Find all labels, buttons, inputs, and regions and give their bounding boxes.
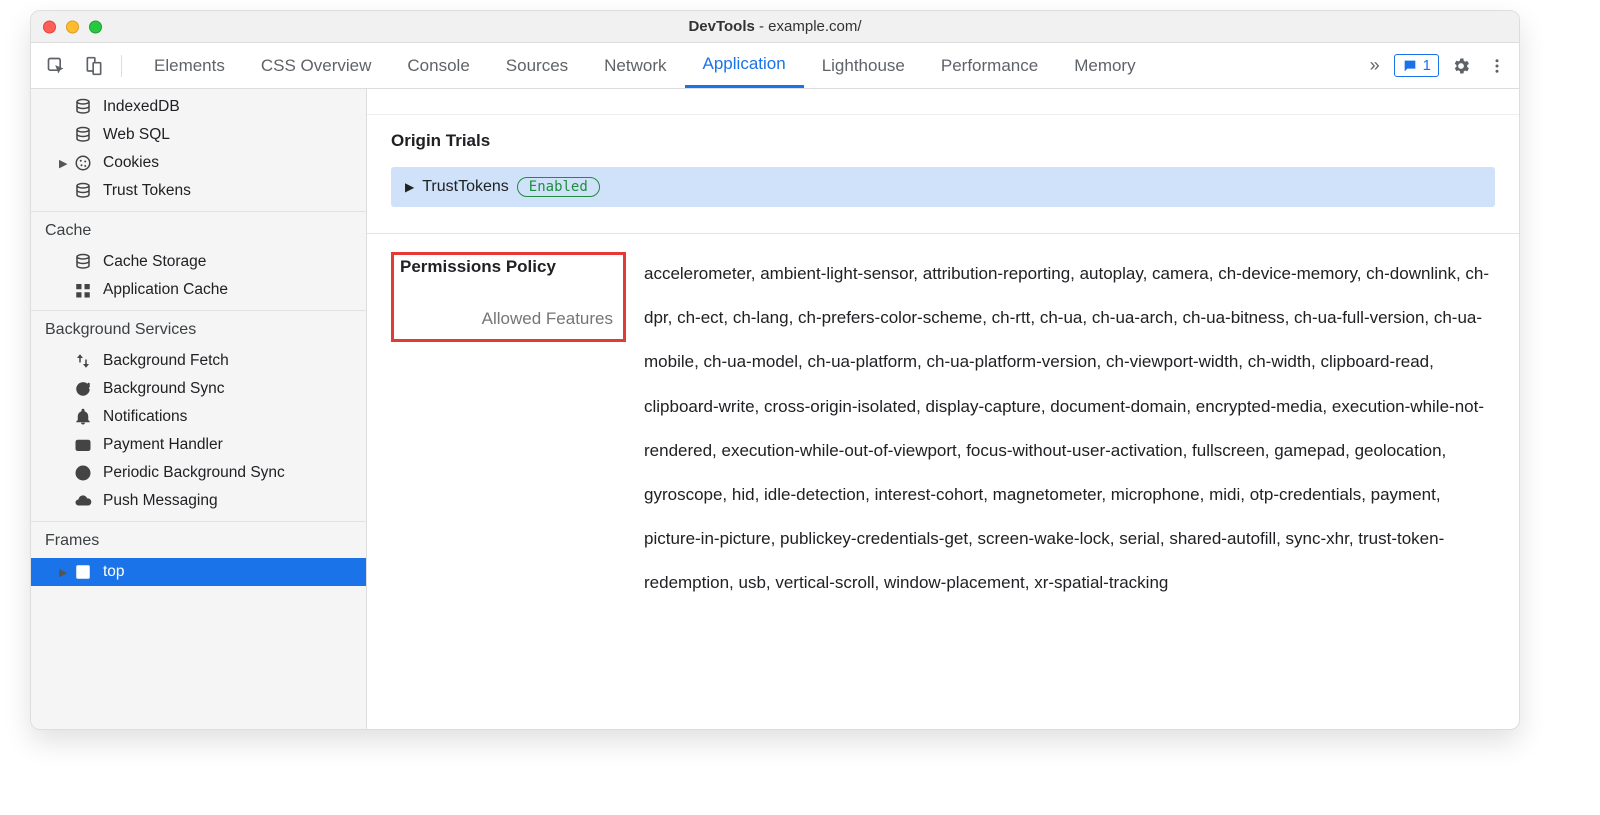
- more-tabs-button[interactable]: »: [1364, 55, 1386, 76]
- origin-trials-section: Origin Trials ▶ TrustTokens Enabled: [367, 115, 1519, 227]
- issues-count: 1: [1423, 57, 1431, 74]
- cloud-icon: [73, 492, 93, 510]
- gear-icon: [1451, 56, 1471, 76]
- sidebar-item-label: Notifications: [103, 408, 187, 426]
- toggle-device-toolbar-button[interactable]: [77, 49, 111, 83]
- minimize-window-button[interactable]: [66, 20, 79, 33]
- card-icon: [73, 436, 93, 454]
- database-icon: [73, 126, 93, 144]
- tab-memory[interactable]: Memory: [1056, 43, 1153, 88]
- sidebar-title-background[interactable]: Background Services: [31, 311, 366, 347]
- sidebar-title-frames[interactable]: Frames: [31, 522, 366, 558]
- sidebar-item-cookies[interactable]: ▶ Cookies: [31, 149, 366, 177]
- permissions-policy-title: Permissions Policy: [400, 257, 613, 277]
- sidebar-group-storage: IndexedDB Web SQL ▶ Cookies Trust Tokens: [31, 89, 366, 212]
- inspect-element-button[interactable]: [39, 49, 73, 83]
- sidebar-item-indexeddb[interactable]: IndexedDB: [31, 93, 366, 121]
- devtools-toolbar: ElementsCSS OverviewConsoleSourcesNetwor…: [31, 43, 1519, 89]
- toolbar-divider: [121, 55, 122, 77]
- caret-right-icon: ▶: [59, 157, 67, 170]
- tab-elements[interactable]: Elements: [136, 43, 243, 88]
- traffic-lights: [43, 20, 102, 33]
- sidebar-item-label: Payment Handler: [103, 436, 223, 454]
- permissions-policy-section: Permissions Policy Allowed Features acce…: [367, 234, 1519, 622]
- sidebar-item-label: IndexedDB: [103, 98, 180, 116]
- sidebar-item-push-messaging[interactable]: Push Messaging: [31, 487, 366, 515]
- devtools-window: DevTools - example.com/ ElementsCSS Over…: [30, 10, 1520, 730]
- tab-network[interactable]: Network: [586, 43, 684, 88]
- maximize-window-button[interactable]: [89, 20, 102, 33]
- sidebar-group-background: Background Services Background Fetch Back…: [31, 311, 366, 522]
- window-title: DevTools - example.com/: [688, 18, 861, 35]
- sidebar-item-label: Cache Storage: [103, 253, 206, 271]
- more-options-button[interactable]: [1483, 57, 1511, 75]
- grid-icon: [73, 281, 93, 299]
- chat-icon: [1402, 58, 1418, 74]
- origin-trial-status-badge: Enabled: [517, 177, 600, 197]
- tab-css-overview[interactable]: CSS Overview: [243, 43, 390, 88]
- updown-icon: [73, 352, 93, 370]
- sidebar-item-background-fetch[interactable]: Background Fetch: [31, 347, 366, 375]
- caret-right-icon: ▶: [405, 180, 414, 194]
- sidebar-item-label: Push Messaging: [103, 492, 218, 510]
- devtools-tabs: ElementsCSS OverviewConsoleSourcesNetwor…: [136, 43, 1352, 88]
- origin-trial-row[interactable]: ▶ TrustTokens Enabled: [391, 167, 1495, 207]
- sidebar-item-application-cache[interactable]: Application Cache: [31, 276, 366, 304]
- close-window-button[interactable]: [43, 20, 56, 33]
- sidebar-item-label: Cookies: [103, 154, 159, 172]
- devtools-body: IndexedDB Web SQL ▶ Cookies Trust Tokens Cac…: [31, 89, 1519, 729]
- issues-badge[interactable]: 1: [1394, 54, 1439, 77]
- sidebar-item-label: Background Fetch: [103, 352, 229, 370]
- database-icon: [73, 182, 93, 200]
- sidebar-group-frames: Frames ▶ top: [31, 522, 366, 592]
- sidebar-item-label: Application Cache: [103, 281, 228, 299]
- sidebar-item-periodic-background-sync[interactable]: Periodic Background Sync: [31, 459, 366, 487]
- sync-icon: [73, 380, 93, 398]
- kebab-icon: [1488, 57, 1506, 75]
- sidebar-item-label: top: [103, 563, 125, 581]
- database-icon: [73, 253, 93, 271]
- tab-performance[interactable]: Performance: [923, 43, 1056, 88]
- frame-icon: [73, 563, 93, 581]
- bell-icon: [73, 408, 93, 426]
- tab-application[interactable]: Application: [685, 43, 804, 88]
- toolbar-right: » 1: [1364, 54, 1511, 77]
- application-sidebar: IndexedDB Web SQL ▶ Cookies Trust Tokens Cac…: [31, 89, 367, 729]
- sidebar-item-web-sql[interactable]: Web SQL: [31, 121, 366, 149]
- allowed-features-list: accelerometer, ambient-light-sensor, att…: [644, 252, 1495, 606]
- sidebar-item-label: Trust Tokens: [103, 182, 191, 200]
- origin-trial-name: TrustTokens: [422, 178, 509, 196]
- clock-icon: [73, 464, 93, 482]
- tab-console[interactable]: Console: [389, 43, 487, 88]
- sidebar-title-cache[interactable]: Cache: [31, 212, 366, 248]
- sidebar-item-label: Web SQL: [103, 126, 170, 144]
- window-titlebar: DevTools - example.com/: [31, 11, 1519, 43]
- sidebar-item-top[interactable]: ▶ top: [31, 558, 366, 586]
- database-icon: [73, 98, 93, 116]
- sidebar-item-payment-handler[interactable]: Payment Handler: [31, 431, 366, 459]
- highlight-annotation: Permissions Policy Allowed Features: [391, 252, 626, 342]
- settings-button[interactable]: [1447, 56, 1475, 76]
- sidebar-item-label: Background Sync: [103, 380, 225, 398]
- sidebar-item-label: Periodic Background Sync: [103, 464, 285, 482]
- cookie-icon: [73, 154, 93, 172]
- origin-trials-title: Origin Trials: [391, 131, 1495, 151]
- sidebar-item-notifications[interactable]: Notifications: [31, 403, 366, 431]
- caret-right-icon: ▶: [59, 566, 67, 579]
- tab-lighthouse[interactable]: Lighthouse: [804, 43, 923, 88]
- application-main-panel: Origin Trials ▶ TrustTokens Enabled Perm…: [367, 89, 1519, 729]
- sidebar-group-cache: Cache Cache Storage Application Cache: [31, 212, 366, 311]
- sidebar-item-trust-tokens[interactable]: Trust Tokens: [31, 177, 366, 205]
- tab-sources[interactable]: Sources: [488, 43, 586, 88]
- sidebar-item-background-sync[interactable]: Background Sync: [31, 375, 366, 403]
- allowed-features-label: Allowed Features: [400, 309, 613, 329]
- sidebar-item-cache-storage[interactable]: Cache Storage: [31, 248, 366, 276]
